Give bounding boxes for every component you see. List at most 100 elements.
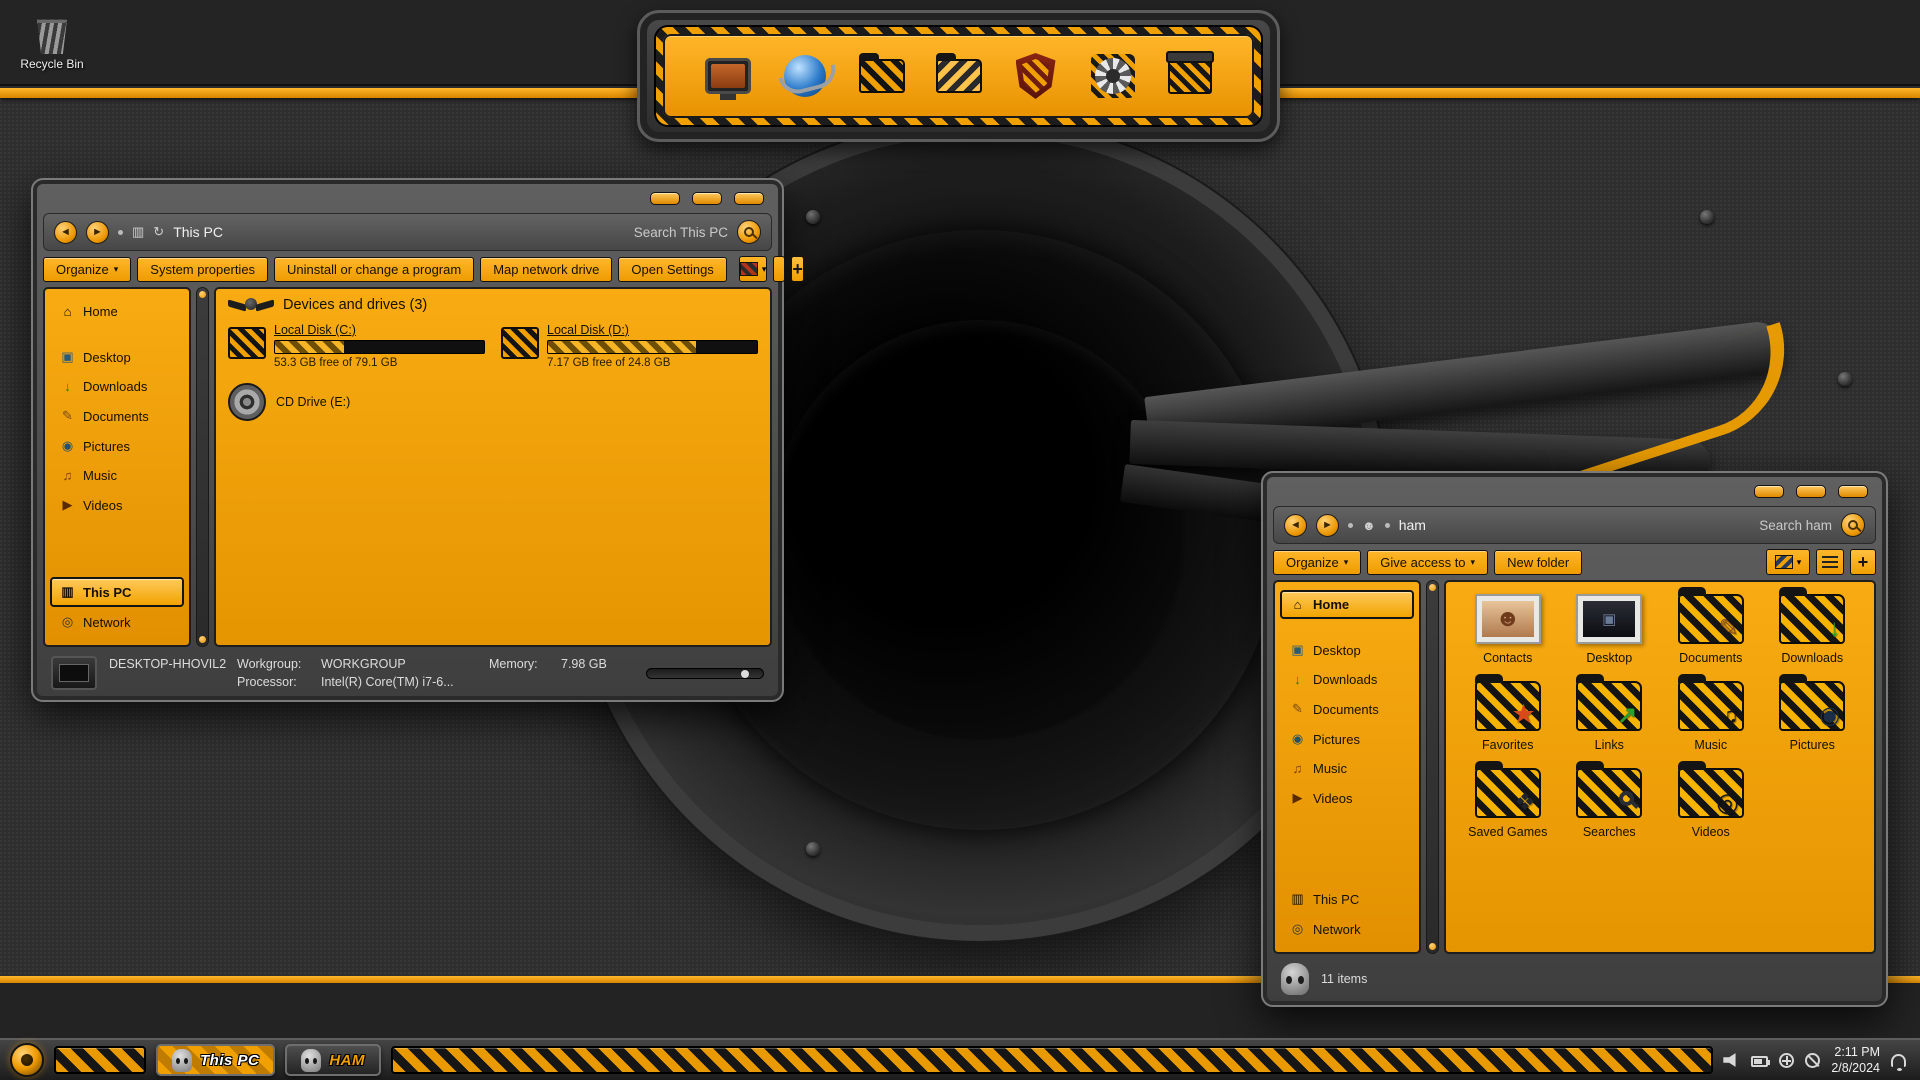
open-settings-button[interactable]: Open Settings: [618, 256, 727, 282]
dock-documents-shortcut[interactable]: [931, 48, 987, 104]
users-mini-icon: ☻: [1362, 517, 1376, 533]
this-pc-icon: ▥: [1291, 891, 1304, 906]
sidebar-item-this-pc[interactable]: ▥ This PC: [1280, 884, 1414, 914]
navigation-bar: ◄ ► ▥ ↻ This PC Search This PC: [43, 213, 772, 251]
muted-icon[interactable]: [1805, 1052, 1821, 1068]
folder-desktop[interactable]: ▣ Desktop: [1562, 594, 1658, 665]
sidebar-item-videos[interactable]: ▶ Videos: [1280, 783, 1414, 813]
give-access-button[interactable]: Give access to ▾: [1367, 549, 1489, 575]
sidebar-item-downloads[interactable]: ↓ Downloads: [50, 372, 184, 401]
back-button[interactable]: ◄: [1284, 513, 1307, 537]
address-text[interactable]: ham: [1399, 517, 1426, 533]
network-icon[interactable]: [1779, 1052, 1795, 1068]
folder-contacts[interactable]: ☻ Contacts: [1460, 594, 1556, 665]
sidebar-item-network[interactable]: ◎ Network: [1280, 914, 1414, 944]
notifications-icon[interactable]: [1891, 1054, 1906, 1071]
forward-button[interactable]: ►: [86, 220, 109, 244]
details-view-button[interactable]: [773, 256, 786, 282]
chevron-down-icon: ▾: [1796, 556, 1802, 567]
search-input[interactable]: Search This PC: [634, 225, 728, 240]
sidebar-item-music[interactable]: ♫ Music: [1280, 754, 1414, 783]
sidebar-item-documents[interactable]: ✎ Documents: [1280, 694, 1414, 724]
status-bar: 11 items: [1273, 959, 1876, 995]
drive-local-disk-c[interactable]: Local Disk (C:) 53.3 GB free of 79.1 GB: [228, 323, 485, 369]
sidebar-item-desktop[interactable]: ▣ Desktop: [1280, 635, 1414, 665]
magnifier-icon: [1619, 791, 1635, 806]
dock-display-shortcut[interactable]: [700, 48, 756, 104]
change-view-button[interactable]: ▾: [738, 256, 768, 282]
battery-icon[interactable]: [1751, 1055, 1771, 1067]
back-button[interactable]: ◄: [54, 220, 77, 244]
separator-dot: [1384, 522, 1390, 528]
forward-button[interactable]: ►: [1316, 513, 1339, 537]
dock-recycle-shortcut[interactable]: [1162, 48, 1218, 104]
minimize-button[interactable]: [1754, 484, 1784, 498]
drive-cd-e[interactable]: CD Drive (E:): [228, 383, 448, 421]
close-button[interactable]: [1838, 484, 1868, 498]
clock[interactable]: 2:11 PM 2/8/2024: [1831, 1044, 1880, 1077]
slider-knob[interactable]: [741, 669, 749, 678]
documents-icon: ✎: [1292, 701, 1303, 716]
folder-downloads[interactable]: ↓ Downloads: [1765, 587, 1861, 665]
close-button[interactable]: [734, 191, 764, 205]
sidebar-scrollbar[interactable]: [196, 287, 209, 647]
rivet: [806, 210, 820, 224]
maximize-button[interactable]: [1796, 484, 1826, 498]
system-properties-button[interactable]: System properties: [137, 256, 269, 282]
folder-saved-games[interactable]: ❖ Saved Games: [1460, 761, 1556, 839]
music-icon: ♫: [62, 468, 73, 483]
search-input[interactable]: Search ham: [1759, 518, 1832, 533]
folder-searches[interactable]: Searches: [1562, 761, 1658, 839]
titlebar[interactable]: [1273, 481, 1876, 501]
folder-links[interactable]: ↗ Links: [1562, 674, 1658, 752]
organize-button[interactable]: Organize ▾: [1273, 549, 1362, 575]
details-view-button[interactable]: [1816, 549, 1844, 575]
minimize-button[interactable]: [650, 191, 680, 205]
titlebar[interactable]: [43, 188, 772, 208]
search-button[interactable]: [737, 220, 761, 244]
start-button[interactable]: [10, 1043, 44, 1077]
sidebar-item-downloads[interactable]: ↓ Downloads: [1280, 665, 1414, 694]
sidebar-item-this-pc[interactable]: ▥ This PC: [50, 577, 184, 607]
folder-music[interactable]: ♫ Music: [1663, 674, 1759, 752]
taskbar-button-this-pc[interactable]: This PC: [156, 1044, 276, 1076]
folder-videos[interactable]: ◎ Videos: [1663, 761, 1759, 839]
sidebar-item-home[interactable]: ⌂ Home: [1280, 590, 1414, 619]
dock-security-shortcut[interactable]: [1008, 48, 1064, 104]
sidebar-item-home[interactable]: ⌂ Home: [50, 297, 184, 326]
search-button[interactable]: [1841, 513, 1865, 537]
sidebar-scrollbar[interactable]: [1426, 580, 1439, 954]
taskbar-button-ham[interactable]: HAM: [285, 1044, 382, 1076]
add-button[interactable]: +: [1850, 549, 1876, 575]
videos-icon: ▶: [1292, 790, 1303, 805]
folder-pictures[interactable]: ◉ Pictures: [1765, 674, 1861, 752]
folder-documents[interactable]: ✎ Documents: [1663, 587, 1759, 665]
recycle-bin-desktop-icon[interactable]: Recycle Bin: [12, 16, 92, 71]
maximize-button[interactable]: [692, 191, 722, 205]
add-button[interactable]: +: [791, 256, 804, 282]
new-folder-button[interactable]: New folder: [1494, 549, 1583, 575]
sidebar-item-network[interactable]: ◎ Network: [50, 607, 184, 637]
organize-button[interactable]: Organize ▾: [43, 256, 132, 282]
address-text[interactable]: This PC: [173, 224, 223, 240]
view-swatch-icon: [739, 262, 758, 276]
sidebar-item-pictures[interactable]: ◉ Pictures: [1280, 724, 1414, 754]
uninstall-button[interactable]: Uninstall or change a program: [274, 256, 475, 282]
dock-settings-shortcut[interactable]: [1085, 48, 1141, 104]
refresh-icon[interactable]: ↻: [153, 224, 164, 240]
sidebar-item-documents[interactable]: ✎ Documents: [50, 401, 184, 431]
volume-icon[interactable]: [1723, 1053, 1736, 1067]
map-network-drive-button[interactable]: Map network drive: [480, 256, 613, 282]
zoom-slider[interactable]: [646, 667, 764, 679]
dock-folder-shortcut[interactable]: [854, 48, 910, 104]
sidebar-item-desktop[interactable]: ▣ Desktop: [50, 342, 184, 372]
sidebar-item-music[interactable]: ♫ Music: [50, 461, 184, 490]
drive-local-disk-d[interactable]: Local Disk (D:) 7.17 GB free of 24.8 GB: [501, 323, 758, 369]
folder-favorites[interactable]: ★ Favorites: [1460, 674, 1556, 752]
change-view-button[interactable]: ▾: [1766, 549, 1810, 575]
sidebar-item-pictures[interactable]: ◉ Pictures: [50, 431, 184, 461]
file-list-area: Devices and drives (3) Local Disk (C:) 5…: [214, 287, 772, 647]
dock-network-shortcut[interactable]: [777, 48, 833, 104]
sidebar-item-videos[interactable]: ▶ Videos: [50, 490, 184, 520]
view-swatch-icon: [1774, 555, 1793, 569]
